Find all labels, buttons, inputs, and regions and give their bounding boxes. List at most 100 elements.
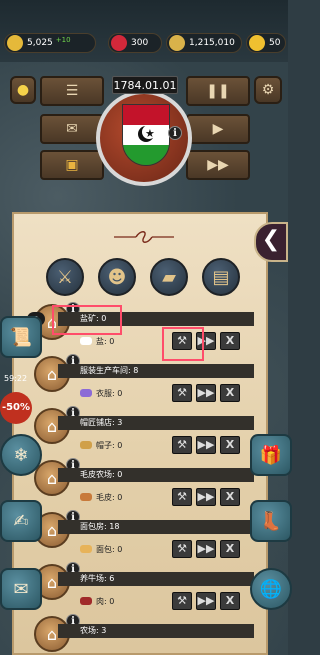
side-globe-button[interactable]: 🌐 — [250, 568, 292, 610]
people-icon: ☻ — [107, 266, 127, 288]
category-military[interactable]: ⚔ — [46, 258, 84, 296]
row-body: 肉: 0 ⚒ ▶▶ X — [58, 586, 254, 616]
forward-button[interactable]: ▶▶ — [196, 592, 216, 610]
nation-info-icon[interactable]: i — [168, 126, 182, 140]
treasure-chest-icon: ▣ — [65, 157, 79, 173]
forward-button[interactable]: ▶▶ — [196, 540, 216, 558]
side-gift-button[interactable]: 🎁 — [250, 434, 292, 476]
forward-button[interactable]: ▶▶ — [196, 436, 216, 454]
play-button[interactable]: ▶ — [186, 114, 250, 144]
product-icon — [80, 389, 92, 397]
forward-button[interactable]: ▶▶ — [196, 488, 216, 506]
fast-forward-button[interactable]: ▶▶ — [186, 150, 250, 180]
side-boot-button[interactable]: 👢 — [250, 500, 292, 542]
gold-resource[interactable]: 5,025 +10 — [4, 33, 96, 53]
sale-timer: 59:22 — [4, 374, 28, 383]
gold-delta: +10 — [55, 35, 71, 44]
game-date: 1784.01.01 — [112, 76, 178, 94]
ornament-divider — [114, 231, 174, 243]
row-product: 盐: 0 — [80, 336, 172, 347]
row-title: 面包房: 18 — [58, 520, 254, 534]
category-gold[interactable]: ▰ — [150, 258, 188, 296]
row-body: 面包: 0 ⚒ ▶▶ X — [58, 534, 254, 564]
crossed-swords-icon: ⚔ — [56, 266, 74, 288]
product-label: 毛皮: 0 — [96, 492, 123, 502]
population-resource[interactable]: 1,215,010 — [166, 33, 242, 53]
product-icon — [80, 545, 92, 553]
back-button[interactable]: ❮ — [254, 222, 288, 262]
row-title: 养牛场: 6 — [58, 572, 254, 586]
close-button[interactable]: X — [220, 384, 240, 402]
row-product: 毛皮: 0 — [80, 492, 172, 503]
product-label: 帽子: 0 — [96, 440, 123, 450]
lightbulb-icon: ● — [16, 82, 30, 98]
category-storage[interactable]: ▤ — [202, 258, 240, 296]
forward-button[interactable]: ▶▶ — [196, 384, 216, 402]
mail-icon: ✉ — [13, 578, 29, 600]
gems-resource[interactable]: 300 — [108, 33, 162, 53]
chest-icon: ▤ — [212, 266, 230, 288]
gear-icon: ⚙ — [261, 82, 275, 98]
stars-resource[interactable]: 50 — [246, 33, 286, 53]
snowflake-icon: ❄ — [13, 444, 29, 466]
build-button[interactable]: ⚒ — [172, 384, 192, 402]
close-button[interactable]: X — [220, 436, 240, 454]
scroll-icon: ✉ — [66, 121, 78, 137]
gift-icon: 🎁 — [259, 444, 283, 466]
row-body: 盐: 0 ⚒ ▶▶ X — [58, 326, 254, 356]
document-icon: ✍ — [13, 510, 29, 532]
build-button[interactable]: ⚒ — [172, 540, 192, 558]
close-button[interactable]: X — [220, 332, 240, 350]
nation-flag: ★ — [122, 104, 170, 166]
play-icon: ▶ — [212, 121, 224, 137]
row-product: 帽子: 0 — [80, 440, 172, 451]
boot-icon: 👢 — [259, 510, 283, 532]
side-document-button[interactable]: ✍ — [0, 500, 42, 542]
product-label: 衣服: 0 — [96, 388, 123, 398]
treasure-button[interactable]: ▣ — [40, 150, 104, 180]
menu-button[interactable]: ☰ — [40, 76, 104, 106]
build-button[interactable]: ⚒ — [172, 436, 192, 454]
side-scroll-button[interactable]: 📜 — [0, 316, 42, 358]
category-people[interactable]: ☻ — [98, 258, 136, 296]
gold-coin-icon — [7, 35, 23, 51]
build-button[interactable]: ⚒ — [172, 592, 192, 610]
row-product: 肉: 0 — [80, 596, 172, 607]
forward-button[interactable]: ▶▶ — [196, 332, 216, 350]
row-body: 衣服: 0 ⚒ ▶▶ X — [58, 378, 254, 408]
build-button[interactable]: ⚒ — [172, 332, 192, 350]
product-icon — [80, 493, 92, 501]
row-title: 农场: 3 — [58, 624, 254, 638]
nation-emblem[interactable]: ★ i — [96, 90, 192, 186]
population-value: 1,215,010 — [189, 38, 235, 48]
row-product: 衣服: 0 — [80, 388, 172, 399]
menu-icon: ☰ — [65, 83, 79, 99]
side-ice-button[interactable]: ❄ — [0, 434, 42, 476]
product-icon — [80, 441, 92, 449]
settings-button[interactable]: ⚙ — [254, 76, 282, 104]
pause-button[interactable]: ❚❚ — [186, 76, 250, 106]
row-title: 毛皮农场: 0 — [58, 468, 254, 482]
row-title: 服装生产车间: 8 — [58, 364, 254, 378]
gems-value: 300 — [131, 38, 149, 48]
pause-icon: ❚❚ — [206, 83, 230, 99]
gold-value: 5,025 — [27, 38, 53, 48]
scroll-icon: 📜 — [9, 326, 33, 348]
build-button[interactable]: ⚒ — [172, 488, 192, 506]
row-body: 帽子: 0 ⚒ ▶▶ X — [58, 430, 254, 460]
hint-bulb-button[interactable]: ● — [10, 76, 36, 104]
scroll-button[interactable]: ✉ — [40, 114, 104, 144]
close-button[interactable]: X — [220, 592, 240, 610]
row-product: 面包: 0 — [80, 544, 172, 555]
row-title: 帽匠铺店: 3 — [58, 416, 254, 430]
product-label: 盐: 0 — [96, 336, 115, 346]
sale-badge[interactable]: -50% — [0, 392, 32, 424]
gem-icon — [111, 35, 127, 51]
star-icon — [249, 35, 265, 51]
close-button[interactable]: X — [220, 488, 240, 506]
product-label: 肉: 0 — [96, 596, 115, 606]
side-mail-button[interactable]: ✉ — [0, 568, 42, 610]
close-button[interactable]: X — [220, 540, 240, 558]
fast-forward-icon: ▶▶ — [207, 157, 229, 173]
product-icon — [80, 337, 92, 345]
